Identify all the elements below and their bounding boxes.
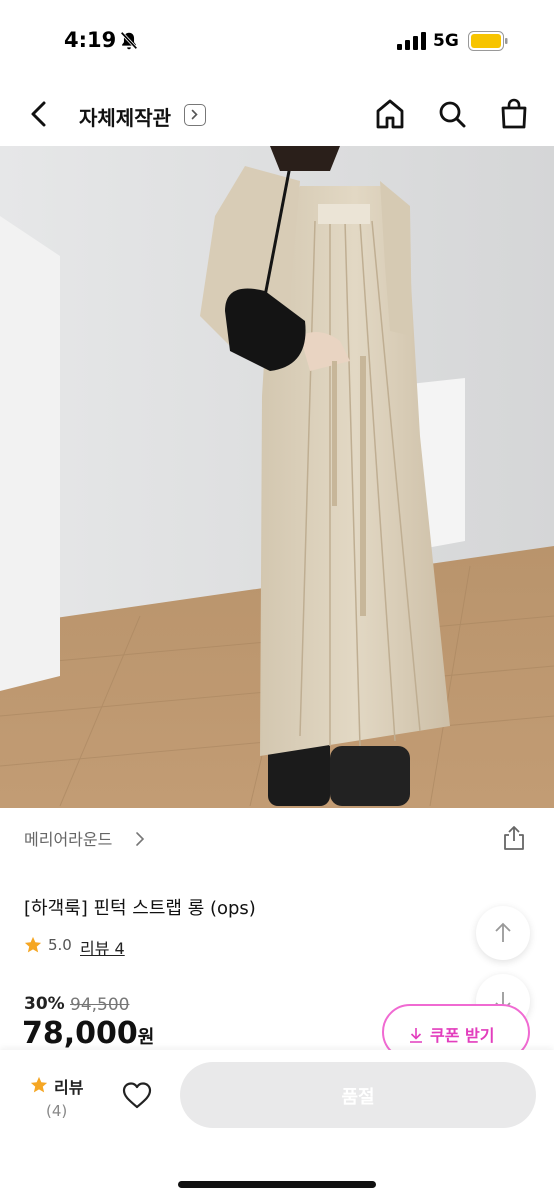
bottom-review-label: 리뷰 — [54, 1078, 84, 1097]
shop-link-chevron-icon[interactable] — [184, 104, 206, 126]
brand-name: 메리어라운드 — [24, 830, 113, 849]
bottom-review-button[interactable]: 리뷰 (4) — [28, 1072, 92, 1124]
discount-row: 30% 94,500 — [24, 994, 129, 1018]
home-indicator — [178, 1181, 376, 1188]
scroll-to-top-button[interactable] — [476, 906, 530, 960]
battery-icon — [468, 31, 508, 51]
review-link[interactable]: 리뷰 4 — [80, 935, 125, 959]
bottom-action-bar: 리뷰 (4) 품절 — [0, 1050, 554, 1200]
bell-off-icon — [120, 31, 138, 50]
star-icon — [30, 1076, 48, 1093]
shopping-bag-icon[interactable] — [496, 96, 532, 132]
coupon-label: 쿠폰 받기 — [430, 1026, 495, 1045]
star-icon — [24, 936, 42, 953]
signal-icon — [397, 32, 426, 50]
product-title: [하객룩] 핀턱 스트랩 롱 (ops) — [24, 898, 256, 919]
heart-icon[interactable] — [120, 1078, 154, 1112]
product-photo-illustration — [0, 146, 554, 808]
product-image[interactable] — [0, 146, 554, 808]
rating-value: 5.0 — [48, 936, 72, 954]
share-icon[interactable] — [500, 824, 528, 852]
search-icon[interactable] — [434, 96, 470, 132]
status-time: 4:19 — [64, 28, 117, 52]
back-icon[interactable] — [22, 96, 58, 132]
brand-link[interactable]: 메리어라운드 — [24, 826, 145, 854]
top-navigation: 자체제작관 — [0, 84, 554, 146]
shop-title[interactable]: 자체제작관 — [79, 102, 171, 131]
home-icon[interactable] — [372, 96, 408, 132]
chevron-right-icon — [136, 832, 145, 846]
arrow-up-icon — [495, 922, 511, 942]
bottom-review-count: (4) — [46, 1102, 68, 1120]
download-icon — [410, 1028, 422, 1043]
price-unit: 원 — [137, 1027, 155, 1048]
discount-percent: 30% — [24, 994, 65, 1014]
soldout-label: 품절 — [341, 1087, 375, 1108]
sale-price: 78,000 — [22, 1016, 138, 1051]
network-label: 5G — [433, 31, 459, 51]
status-bar: 4:19 5G — [0, 0, 554, 84]
original-price: 94,500 — [70, 995, 130, 1015]
soldout-button[interactable]: 품절 — [180, 1062, 536, 1128]
